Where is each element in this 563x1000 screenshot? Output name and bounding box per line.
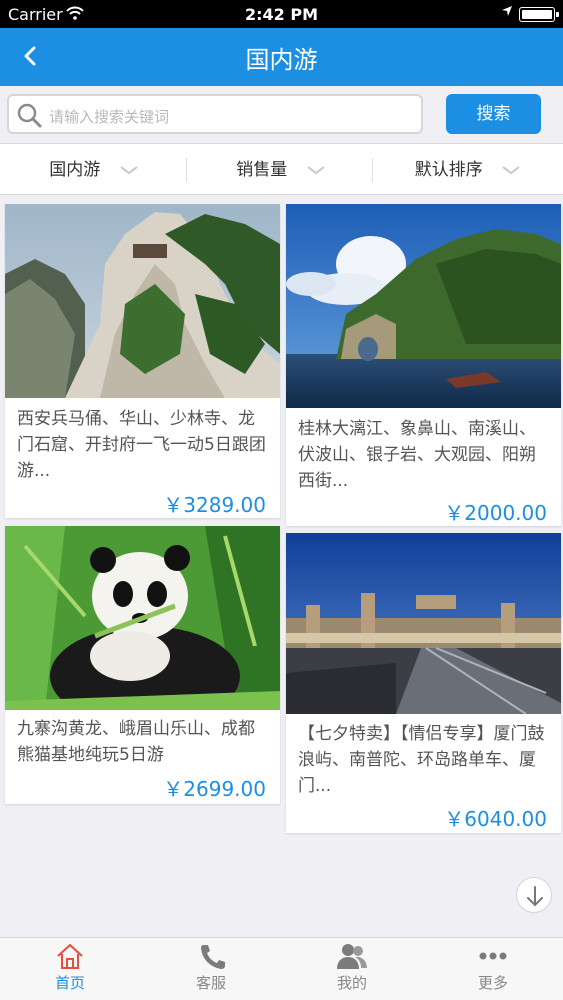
product-card[interactable]: 桂林大漓江、象鼻山、南溪山、伏波山、银子岩、大观园、阳朔西街... ￥2000.… — [286, 204, 561, 526]
filter-category[interactable]: 国内游 — [0, 144, 187, 196]
product-description: 九寨沟黄龙、峨眉山乐山、成都熊猫基地纯玩5日游 — [17, 719, 255, 765]
product-card[interactable]: 九寨沟黄龙、峨眉山乐山、成都熊猫基地纯玩5日游 ￥2699.00 — [5, 526, 280, 804]
more-icon — [476, 942, 510, 970]
filter-label: 默认排序 — [414, 160, 483, 180]
scroll-down-button[interactable] — [516, 877, 552, 913]
search-icon — [15, 101, 43, 129]
search-button[interactable]: 搜索 — [446, 94, 541, 134]
phone-icon — [194, 942, 228, 970]
product-price: ￥3289.00 — [163, 493, 266, 517]
ferry-terminal-photo — [286, 533, 561, 714]
filter-sales[interactable]: 销售量 — [187, 144, 374, 196]
tab-label: 客服 — [195, 974, 226, 992]
chevron-down-icon — [502, 144, 520, 196]
tab-bar: 首页 客服 我的 更多 — [0, 937, 563, 1000]
search-placeholder: 请输入搜索关键词 — [49, 108, 170, 126]
product-description: 西安兵马俑、华山、少林寺、龙门石窟、开封府一飞一动5日跟团游... — [17, 409, 266, 481]
battery-icon — [519, 7, 559, 22]
status-bar: Carrier 2:42 PM — [0, 0, 563, 28]
filter-label: 销售量 — [236, 160, 288, 180]
product-price: ￥2699.00 — [163, 777, 266, 801]
mountain-cliff-photo — [5, 204, 280, 398]
product-price: ￥2000.00 — [444, 501, 547, 525]
tab-home[interactable]: 首页 — [0, 938, 140, 1000]
tab-label: 首页 — [54, 974, 85, 992]
search-row: 请输入搜索关键词 搜索 — [0, 86, 563, 142]
tab-label: 我的 — [336, 974, 367, 992]
status-time: 2:42 PM — [244, 5, 318, 24]
tab-label: 更多 — [477, 974, 508, 992]
search-input[interactable]: 请输入搜索关键词 — [7, 94, 423, 134]
arrow-down-icon — [527, 886, 543, 907]
location-arrow-icon — [501, 5, 513, 21]
home-icon — [53, 942, 87, 970]
product-description: 桂林大漓江、象鼻山、南溪山、伏波山、银子岩、大观园、阳朔西街... — [298, 419, 536, 491]
chevron-down-icon — [307, 144, 325, 196]
filter-sort[interactable]: 默认排序 — [374, 144, 561, 196]
product-price: ￥6040.00 — [444, 807, 547, 831]
filter-label: 国内游 — [49, 160, 101, 180]
river-karst-photo — [286, 204, 561, 408]
nav-bar: 国内游 — [0, 28, 563, 86]
page-title: 国内游 — [245, 46, 318, 74]
product-card[interactable]: 西安兵马俑、华山、少林寺、龙门石窟、开封府一飞一动5日跟团游... ￥3289.… — [5, 204, 280, 518]
tab-service[interactable]: 客服 — [141, 938, 281, 1000]
filter-row: 国内游 销售量 默认排序 — [0, 143, 563, 195]
user-icon — [335, 942, 369, 970]
chevron-down-icon — [120, 144, 138, 196]
filter-divider — [372, 158, 373, 182]
product-description: 【七夕特卖】【情侣专享】厦门鼓浪屿、南普陀、环岛路单车、厦门... — [298, 724, 545, 796]
tab-more[interactable]: 更多 — [423, 938, 563, 1000]
tab-mine[interactable]: 我的 — [282, 938, 422, 1000]
product-card[interactable]: 【七夕特卖】【情侣专享】厦门鼓浪屿、南普陀、环岛路单车、厦门... ￥6040.… — [286, 533, 561, 833]
panda-photo — [5, 526, 280, 710]
